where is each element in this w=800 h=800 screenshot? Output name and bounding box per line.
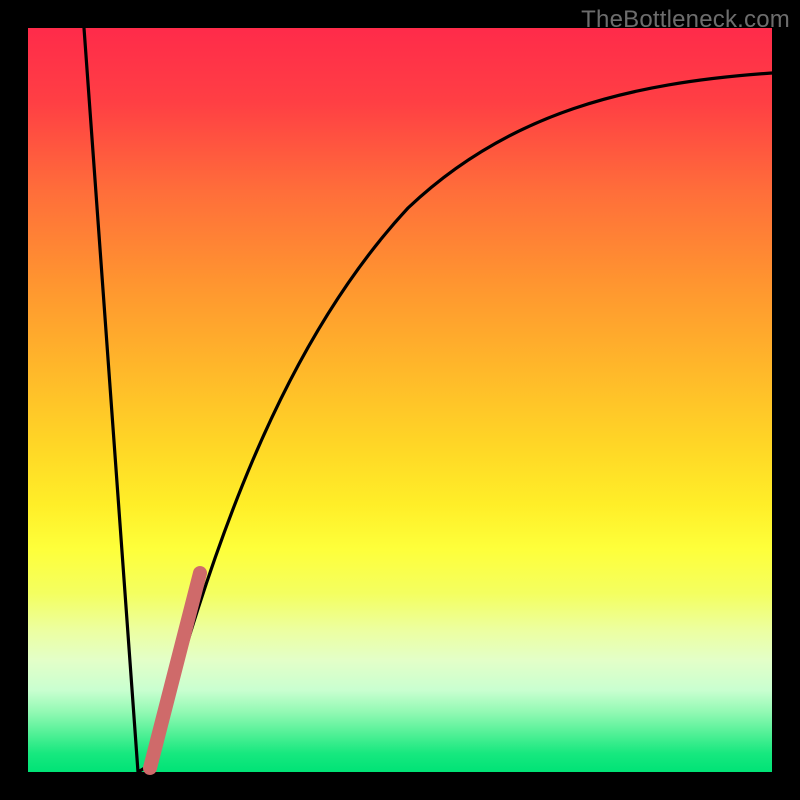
- watermark-text: TheBottleneck.com: [581, 6, 790, 34]
- bottleneck-curve: [84, 28, 772, 772]
- curve-layer: [28, 28, 772, 772]
- pink-highlight-segment: [150, 573, 200, 768]
- chart-frame: TheBottleneck.com: [0, 0, 800, 800]
- plot-area: [28, 28, 772, 772]
